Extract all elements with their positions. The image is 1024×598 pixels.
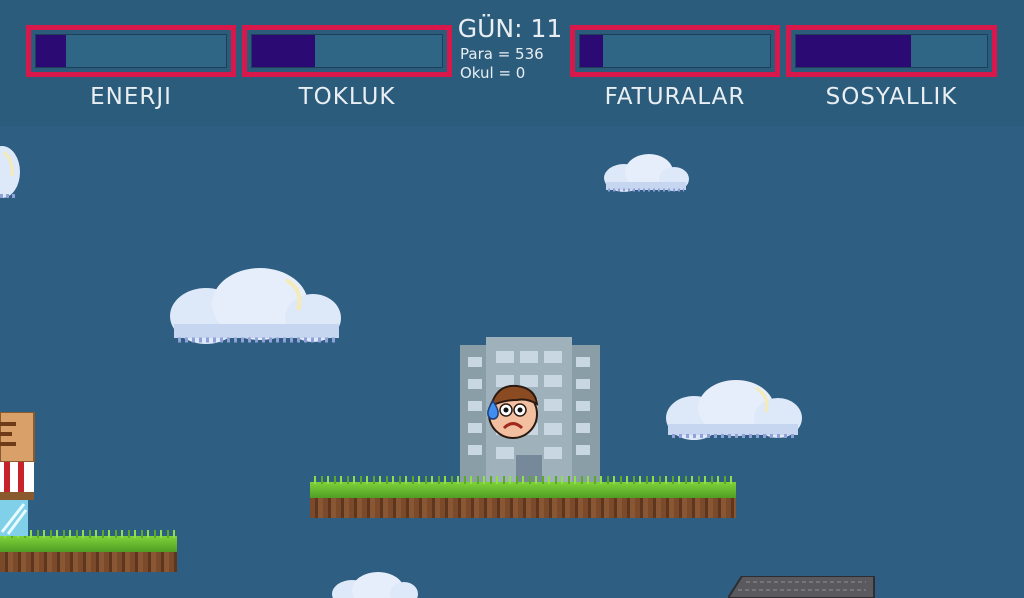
bills-bar-track [579,34,771,68]
money-readout: Para = 536 [460,45,544,63]
social-bar-fill [796,35,911,67]
cloud-medium [666,380,802,440]
social-bar-track [795,34,988,68]
energy-bar-track [35,34,227,68]
cloud-small [604,154,689,192]
energy-bar [26,25,236,77]
stone-block [728,576,875,598]
platform-grass [310,476,736,498]
bills-bar [570,25,780,77]
bills-label: FATURALAR [604,84,746,110]
grass-platform-center [310,476,736,518]
hunger-bar-fill [252,35,315,67]
hunger-bar-track [251,34,443,68]
hud-panel: ENERJI TOKLUK GÜN: 11 Para = 536 Okul = … [0,0,1024,126]
hunger-bar [242,25,452,77]
social-bar [786,25,997,77]
social-label: SOSYALLIK [825,84,958,110]
bills-bar-fill [580,35,603,67]
sweat-drop-icon [487,400,499,420]
day-counter: GÜN: 11 [457,14,563,43]
platform-dirt [0,552,177,572]
hunger-label: TOKLUK [298,84,396,110]
platform-grass [0,530,177,552]
grass-platform-left [0,530,177,572]
energy-label: ENERJI [90,84,172,110]
cloud-large [170,268,341,344]
platform-dirt [310,498,736,518]
shop-stall [0,412,35,536]
cloud-edge [0,146,20,198]
energy-bar-fill [36,35,67,67]
cloud-bottom [332,572,418,598]
school-readout: Okul = 0 [460,64,526,82]
